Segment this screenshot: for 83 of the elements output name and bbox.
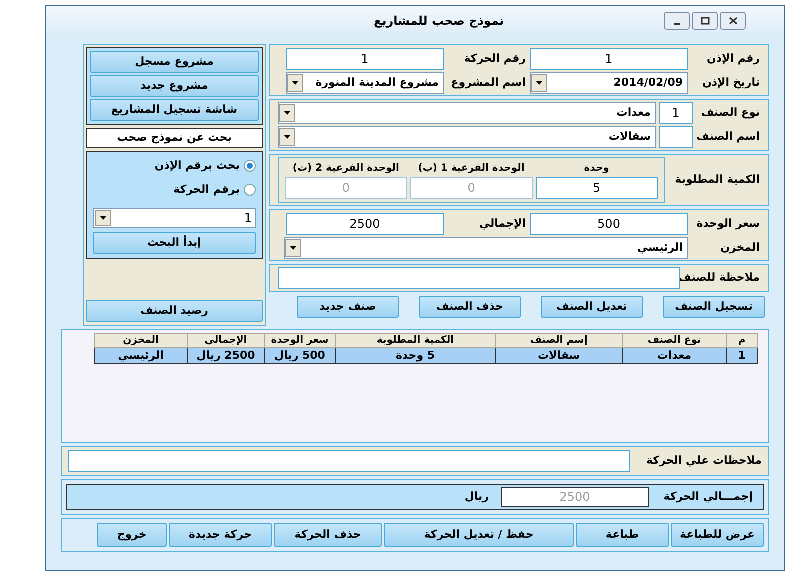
caret-icon <box>290 246 296 250</box>
caret-icon <box>292 81 298 85</box>
input-field[interactable] <box>278 267 680 289</box>
dropdown-field[interactable]: 2014/02/09 <box>530 72 688 94</box>
input-field[interactable]: 1 <box>530 48 688 70</box>
field-label: ريال <box>464 488 489 505</box>
maximize-icon <box>700 17 710 25</box>
table-cell: معدات <box>622 348 726 364</box>
footer-button[interactable]: طباعة <box>576 523 669 547</box>
start-search-button[interactable]: إبدأ البحث <box>93 232 256 254</box>
field-label: الإجمالي <box>478 216 526 232</box>
column-header[interactable]: م <box>726 334 758 348</box>
caret-icon <box>100 216 106 220</box>
sidebar-button[interactable]: مشروع جديد <box>90 75 259 97</box>
dropdown-arrow-button[interactable] <box>287 74 303 92</box>
unit-label: الوحدة الفرعية 1 (ب) <box>418 162 525 176</box>
input-field[interactable] <box>659 126 693 148</box>
radio-option[interactable]: بحث برقم الإذن <box>93 156 256 176</box>
unit-label: وحدة <box>584 162 610 176</box>
close-icon <box>728 17 738 25</box>
field-label: سعر الوحدة <box>696 216 760 232</box>
input-field[interactable]: 1 <box>659 102 693 124</box>
footer-button[interactable]: حذف الحركة <box>274 523 382 547</box>
item-action-button[interactable]: صنف جديد <box>297 296 399 318</box>
dropdown-arrow-button[interactable] <box>279 104 295 122</box>
input-field[interactable]: 1 <box>286 48 444 70</box>
search-title: بحث عن نموذج صحب <box>86 128 263 148</box>
caret-icon <box>536 81 542 85</box>
sidebar-button[interactable]: شاشة تسجيل المشاريع <box>90 99 259 121</box>
field-label: إجمـــالي الحركة <box>662 488 753 505</box>
item-action-button[interactable]: تعديل الصنف <box>541 296 643 318</box>
input-field[interactable]: 2500 <box>286 213 444 235</box>
column-header[interactable]: الإجمالي <box>188 334 264 348</box>
radio-button[interactable] <box>244 160 256 172</box>
dropdown-arrow-button[interactable] <box>531 74 547 92</box>
maximize-button[interactable] <box>692 12 718 30</box>
input-field[interactable] <box>68 450 630 472</box>
radio-option[interactable]: برقم الحركة <box>93 180 256 200</box>
footer-button[interactable]: حركة جديدة <box>169 523 272 547</box>
footer-button[interactable]: عرض للطباعة <box>671 523 764 547</box>
table-cell: الرئيسي <box>94 348 188 364</box>
table-cell: 2500 ريال <box>188 348 264 364</box>
column-header[interactable]: سعر الوحدة <box>264 334 336 348</box>
sidebar-button[interactable]: مشروع مسجل <box>90 51 259 73</box>
footer-button[interactable]: خروج <box>97 523 167 547</box>
field-label: اسم الصنف <box>696 128 760 145</box>
field-label: المخزن <box>720 240 760 256</box>
dropdown-field[interactable]: مشروع المدينة المنورة <box>286 72 444 94</box>
field-label: رقم الإذن <box>706 50 760 67</box>
dropdown-arrow-button[interactable] <box>279 128 295 146</box>
field-label: تاريخ الإذن <box>702 74 760 91</box>
item-balance-button[interactable]: رصيد الصنف <box>86 300 263 322</box>
window-title: نموذج صحب للمشاريع <box>374 13 504 30</box>
close-button[interactable] <box>720 12 746 30</box>
item-action-button[interactable]: حذف الصنف <box>419 296 521 318</box>
field-label: الكمية المطلوبة <box>674 172 760 188</box>
item-action-button[interactable]: تسجيل الصنف <box>663 296 765 318</box>
unit-label: الوحدة الفرعية 2 (ت) <box>292 162 400 176</box>
column-header[interactable]: نوع الصنف <box>622 334 726 348</box>
column-header[interactable]: المخزن <box>94 334 188 348</box>
table-cell: سقالات <box>496 348 622 364</box>
search-dropdown[interactable]: 1 <box>93 208 256 228</box>
minimize-button[interactable] <box>664 12 690 30</box>
dropdown-field[interactable]: الرئيسي <box>284 237 688 259</box>
table-cell: 500 ريال <box>264 348 336 364</box>
table-cell: 5 وحدة <box>336 348 496 364</box>
input-field[interactable]: 500 <box>530 213 688 235</box>
dropdown-field[interactable]: سقالات <box>278 126 656 148</box>
table-cell: 1 <box>726 348 758 364</box>
dropdown-field[interactable]: معدات <box>278 102 656 124</box>
radio-button[interactable] <box>244 184 256 196</box>
field-label: نوع الصنف <box>700 104 760 121</box>
dropdown-arrow-button[interactable] <box>95 210 111 226</box>
field-label: ملاحظات علي الحركة <box>645 452 762 469</box>
dropdown-arrow-button[interactable] <box>285 239 301 257</box>
caret-icon <box>284 111 290 115</box>
column-header[interactable]: الكمية المطلوبة <box>336 334 496 348</box>
input-field[interactable]: 5 <box>536 177 658 199</box>
caret-icon <box>284 135 290 139</box>
field-label: اسم المشروع <box>450 74 526 91</box>
footer-button[interactable]: حفظ / تعديل الحركة <box>384 523 574 547</box>
column-header[interactable]: إسم الصنف <box>496 334 622 348</box>
field-label: رقم الحركة <box>463 50 526 67</box>
